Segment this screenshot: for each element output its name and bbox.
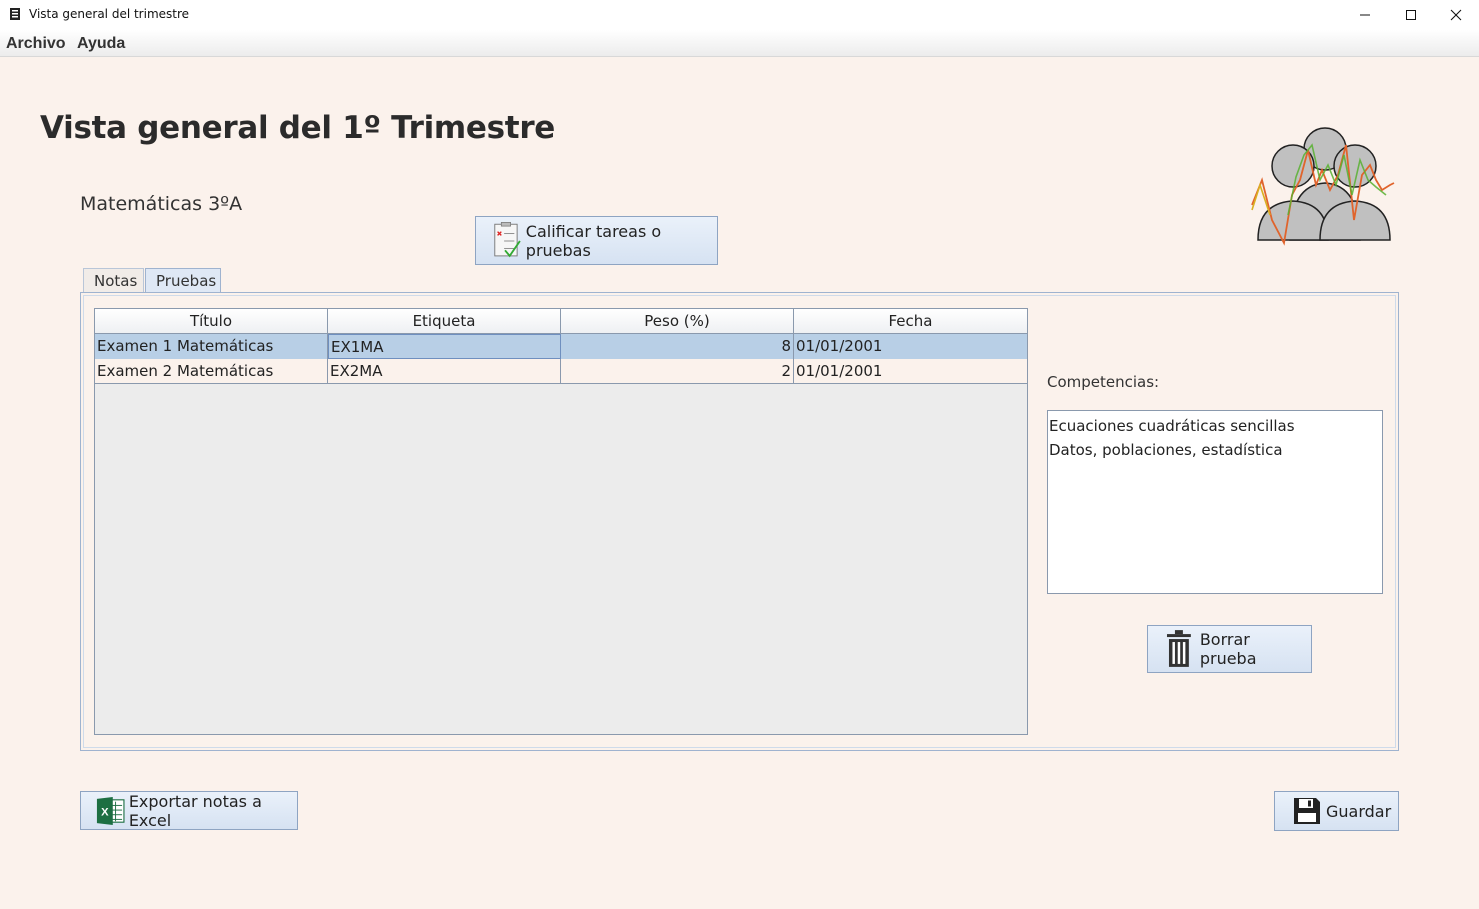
column-header-titulo[interactable]: Título	[95, 309, 328, 333]
table-row[interactable]: Examen 2 Matemáticas EX2MA 2 01/01/2001	[95, 359, 1027, 384]
page-title: Vista general del 1º Trimestre	[40, 110, 556, 146]
group-chart-logo-icon	[1251, 127, 1395, 246]
close-icon	[1450, 9, 1462, 21]
menu-archivo[interactable]: Archivo	[6, 35, 66, 53]
cell-fecha[interactable]: 01/01/2001	[794, 359, 1027, 384]
cell-etiqueta[interactable]: EX2MA	[328, 359, 561, 384]
close-button[interactable]	[1433, 0, 1479, 30]
cell-titulo[interactable]: Examen 2 Matemáticas	[95, 359, 328, 384]
save-label: Guardar	[1326, 801, 1392, 821]
competencias-label: Competencias:	[1047, 373, 1160, 391]
svg-text:X: X	[101, 806, 109, 818]
floppy-disk-icon	[1294, 798, 1320, 824]
cell-peso[interactable]: 2	[561, 359, 794, 384]
delete-test-button[interactable]: Borrar prueba	[1147, 625, 1312, 673]
list-item[interactable]: Ecuaciones cuadráticas sencillas	[1049, 414, 1381, 438]
tests-table[interactable]: Título Etiqueta Peso (%) Fecha Examen 1 …	[94, 308, 1028, 735]
maximize-button[interactable]	[1388, 0, 1434, 30]
grade-tasks-button[interactable]: Calificar tareas o pruebas	[475, 216, 718, 265]
column-header-fecha[interactable]: Fecha	[794, 309, 1027, 333]
excel-icon: X	[96, 796, 125, 825]
menu-bar: Archivo Ayuda	[0, 30, 1479, 57]
column-header-etiqueta[interactable]: Etiqueta	[328, 309, 561, 333]
subject-label: Matemáticas 3ºA	[80, 193, 243, 215]
maximize-icon	[1406, 10, 1416, 20]
cell-fecha[interactable]: 01/01/2001	[794, 334, 1027, 359]
list-item[interactable]: Datos, poblaciones, estadística	[1049, 438, 1381, 462]
window-titlebar: Vista general del trimestre	[0, 0, 1479, 30]
minimize-icon	[1360, 14, 1370, 16]
column-header-peso[interactable]: Peso (%)	[561, 309, 794, 333]
tab-pruebas[interactable]: Pruebas	[145, 268, 221, 294]
cell-peso[interactable]: 8	[561, 334, 794, 359]
tab-notas[interactable]: Notas	[83, 268, 144, 294]
checklist-document-icon	[494, 221, 521, 257]
app-icon	[10, 8, 20, 20]
cell-titulo[interactable]: Examen 1 Matemáticas	[95, 334, 328, 359]
export-excel-button[interactable]: X Exportar notas a Excel	[80, 791, 298, 830]
window-title: Vista general del trimestre	[29, 7, 190, 21]
cell-etiqueta[interactable]: EX1MA	[328, 334, 561, 359]
export-excel-label: Exportar notas a Excel	[128, 791, 262, 830]
delete-test-label: Borrar prueba	[1199, 630, 1257, 668]
table-row[interactable]: Examen 1 Matemáticas EX1MA 8 01/01/2001	[95, 334, 1027, 359]
grade-tasks-label: Calificar tareas o pruebas	[525, 221, 662, 260]
competencias-list[interactable]: Ecuaciones cuadráticas sencillas Datos, …	[1047, 410, 1383, 594]
minimize-button[interactable]	[1342, 0, 1388, 30]
save-button[interactable]: Guardar	[1274, 791, 1399, 831]
menu-ayuda[interactable]: Ayuda	[77, 35, 125, 53]
trash-icon	[1166, 630, 1191, 667]
table-header: Título Etiqueta Peso (%) Fecha	[95, 309, 1027, 334]
